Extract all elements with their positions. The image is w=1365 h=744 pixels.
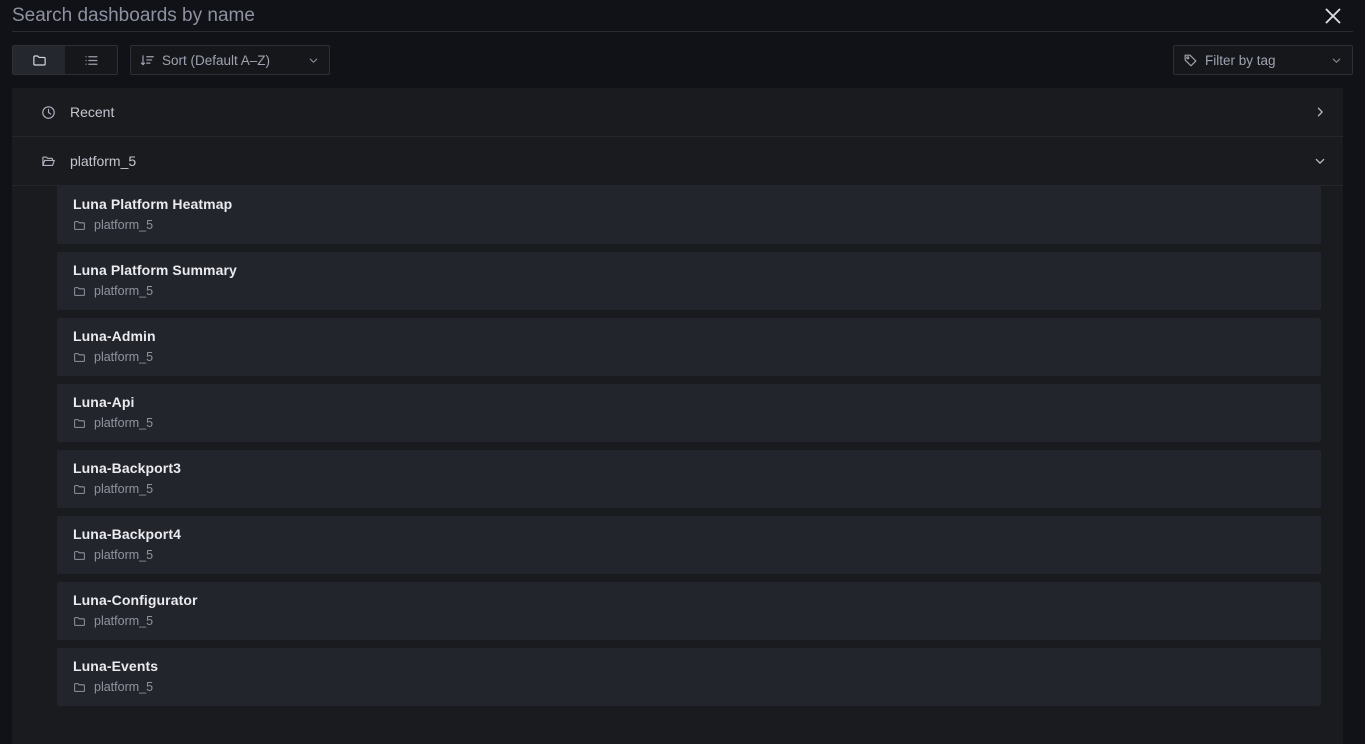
search-underline bbox=[12, 31, 1353, 32]
search-input[interactable] bbox=[12, 4, 1313, 28]
chevron-down-icon bbox=[293, 54, 320, 67]
sort-descending-icon bbox=[140, 53, 155, 68]
dashboard-title: Luna Platform Summary bbox=[73, 262, 237, 278]
dashboard-title: Luna-Api bbox=[73, 394, 135, 410]
tag-icon bbox=[1183, 53, 1198, 68]
tag-filter-select[interactable]: Filter by tag bbox=[1173, 45, 1353, 75]
chevron-right-icon bbox=[1313, 105, 1327, 119]
folder-icon bbox=[73, 681, 86, 694]
dashboard-card[interactable]: Luna-Api platform_5 bbox=[57, 384, 1321, 442]
dashboard-list: Luna Platform Heatmap platform_5 Luna Pl… bbox=[12, 186, 1343, 706]
search-results: Recent platform_5 Luna Platform Heatmap bbox=[12, 88, 1343, 744]
dashboard-card[interactable]: Luna-Admin platform_5 bbox=[57, 318, 1321, 376]
dashboard-folder-label: platform_5 bbox=[94, 614, 154, 628]
dashboard-title: Luna-Events bbox=[73, 658, 159, 674]
dashboard-folder-label: platform_5 bbox=[94, 548, 154, 562]
dashboard-folder-label: platform_5 bbox=[94, 680, 154, 694]
dashboard-card[interactable]: Luna-Backport4 platform_5 bbox=[57, 516, 1321, 574]
dashboard-folder: platform_5 bbox=[73, 614, 1305, 628]
dashboard-folder-label: platform_5 bbox=[94, 284, 154, 298]
folder-icon bbox=[73, 219, 86, 232]
dashboard-card[interactable]: Luna-Backport3 platform_5 bbox=[57, 450, 1321, 508]
folder-open-icon bbox=[40, 154, 56, 169]
dashboard-folder-label: platform_5 bbox=[94, 416, 154, 430]
folder-icon bbox=[73, 285, 86, 298]
folder-icon bbox=[73, 351, 86, 364]
dashboard-card[interactable]: Luna Platform Heatmap platform_5 bbox=[57, 186, 1321, 244]
dashboard-folder: platform_5 bbox=[73, 284, 1305, 298]
view-toggle bbox=[12, 45, 118, 75]
dashboard-folder-label: platform_5 bbox=[94, 350, 154, 364]
close-button[interactable] bbox=[1313, 0, 1353, 32]
dashboard-folder: platform_5 bbox=[73, 350, 1305, 364]
close-icon bbox=[1322, 5, 1344, 27]
search-bar bbox=[0, 0, 1365, 32]
list-icon bbox=[84, 53, 99, 68]
folder-icon bbox=[73, 549, 86, 562]
dashboard-title: Luna-Backport3 bbox=[73, 460, 181, 476]
dashboard-folder-label: platform_5 bbox=[94, 482, 154, 496]
section-platform-5[interactable]: platform_5 bbox=[12, 137, 1343, 186]
dashboard-folder-label: platform_5 bbox=[94, 218, 154, 232]
toolbar: Sort (Default A–Z) Filter by tag bbox=[0, 32, 1365, 88]
dashboard-folder: platform_5 bbox=[73, 680, 1305, 694]
dashboard-folder: platform_5 bbox=[73, 218, 1305, 232]
dashboard-title: Luna-Backport4 bbox=[73, 526, 181, 542]
dashboard-card[interactable]: Luna Platform Summary platform_5 bbox=[57, 252, 1321, 310]
dashboard-folder: platform_5 bbox=[73, 482, 1305, 496]
dashboard-folder: platform_5 bbox=[73, 416, 1305, 430]
dashboard-card[interactable]: Luna-Events platform_5 bbox=[57, 648, 1321, 706]
section-platform-5-label: platform_5 bbox=[70, 153, 137, 169]
chevron-down-icon bbox=[1313, 154, 1327, 168]
section-recent[interactable]: Recent bbox=[12, 88, 1343, 137]
dashboard-title: Luna Platform Heatmap bbox=[73, 196, 233, 212]
chevron-down-icon bbox=[1316, 54, 1343, 67]
folder-icon bbox=[73, 615, 86, 628]
folder-view-button[interactable] bbox=[13, 46, 65, 74]
folder-icon bbox=[73, 417, 86, 430]
dashboard-title: Luna-Configurator bbox=[73, 592, 198, 608]
clock-icon bbox=[40, 105, 56, 120]
section-recent-label: Recent bbox=[70, 104, 115, 120]
sort-select[interactable]: Sort (Default A–Z) bbox=[130, 45, 330, 75]
dashboard-folder: platform_5 bbox=[73, 548, 1305, 562]
sort-select-label: Sort (Default A–Z) bbox=[162, 52, 271, 68]
folder-icon bbox=[32, 53, 47, 68]
tag-filter-label: Filter by tag bbox=[1205, 52, 1276, 68]
list-view-button[interactable] bbox=[65, 46, 117, 74]
dashboard-card[interactable]: Luna-Configurator platform_5 bbox=[57, 582, 1321, 640]
folder-icon bbox=[73, 483, 86, 496]
dashboard-title: Luna-Admin bbox=[73, 328, 156, 344]
